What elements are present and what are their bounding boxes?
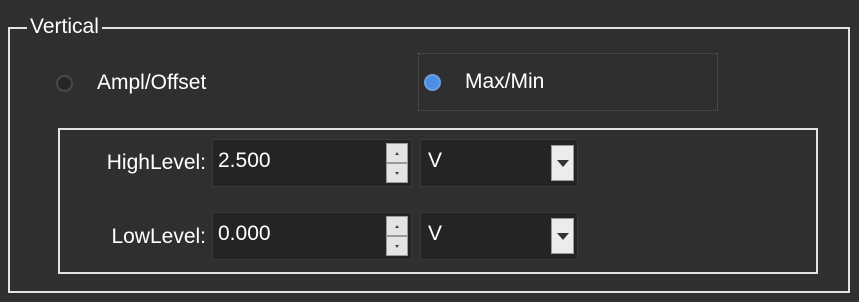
radio-unselected-icon bbox=[56, 74, 73, 92]
low-level-decrement-button[interactable] bbox=[386, 236, 408, 256]
high-level-unit-dropdown-button[interactable] bbox=[551, 145, 574, 181]
low-level-unit-value: V bbox=[428, 222, 443, 245]
low-level-value[interactable]: 0.000 bbox=[218, 213, 271, 259]
radio-selected-icon bbox=[424, 73, 441, 91]
arrow-down-icon bbox=[395, 244, 399, 248]
low-level-increment-button[interactable] bbox=[386, 216, 408, 236]
max-min-radio[interactable]: Max/Min bbox=[418, 53, 718, 111]
max-min-label: Max/Min bbox=[465, 70, 545, 93]
ampl-offset-label: Ampl/Offset bbox=[97, 71, 207, 94]
arrow-down-icon bbox=[395, 171, 399, 175]
vertical-group-title: Vertical bbox=[27, 13, 102, 40]
arrow-up-icon bbox=[395, 151, 399, 155]
high-level-unit-select[interactable]: V bbox=[420, 139, 578, 187]
arrow-up-icon bbox=[395, 224, 399, 228]
high-level-increment-button[interactable] bbox=[386, 143, 408, 163]
low-level-spinbox[interactable]: 0.000 bbox=[212, 212, 412, 260]
low-level-unit-dropdown-button[interactable] bbox=[551, 218, 574, 254]
high-level-unit-value: V bbox=[428, 149, 443, 172]
high-level-decrement-button[interactable] bbox=[386, 163, 408, 183]
high-level-spinbox[interactable]: 2.500 bbox=[212, 139, 412, 187]
high-level-value[interactable]: 2.500 bbox=[218, 140, 271, 186]
high-level-label: HighLevel: bbox=[106, 151, 206, 174]
ampl-offset-radio[interactable]: Ampl/Offset bbox=[56, 63, 206, 103]
low-level-unit-select[interactable]: V bbox=[420, 212, 578, 260]
chevron-down-icon bbox=[556, 159, 569, 167]
low-level-label: LowLevel: bbox=[111, 225, 206, 248]
chevron-down-icon bbox=[556, 232, 569, 240]
